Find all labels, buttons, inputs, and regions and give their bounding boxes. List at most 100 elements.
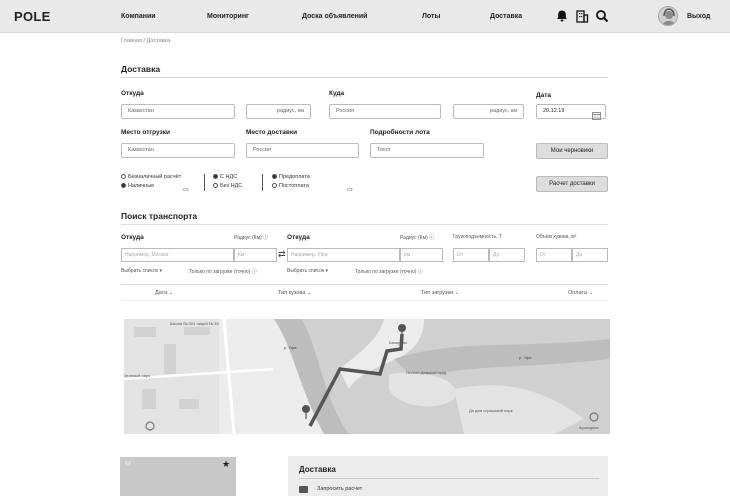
to-radius-input[interactable]: радиус, км — [453, 104, 524, 119]
lot-details-input[interactable]: Текст — [370, 143, 484, 158]
truck-icon — [299, 486, 308, 493]
load-only-from[interactable]: Только по загрузке (точно) ⓘ — [189, 268, 257, 275]
to-label: Куда — [329, 90, 345, 97]
route-map[interactable]: Школа № 301 лицей № 18 Зеленый парк р. У… — [124, 319, 610, 434]
transport-from-km[interactable]: Км — [234, 248, 277, 262]
map-label-park: Зеленый парк — [124, 373, 150, 378]
logo[interactable]: POLE — [14, 9, 51, 24]
col-body-type[interactable]: Тип кузова ⌄ — [278, 290, 312, 296]
volume-to-input[interactable]: До — [572, 248, 608, 262]
search-icon[interactable] — [595, 9, 609, 23]
transport-from-input[interactable]: Например, Москва — [121, 248, 234, 262]
capacity-from-input[interactable]: От — [453, 248, 489, 262]
nav-delivery[interactable]: Доставка — [490, 13, 522, 20]
card-letter: М — [125, 461, 131, 468]
map-label-pond: Лесной Демской пруд — [406, 370, 447, 375]
chevron-down-icon: ⌄ — [306, 290, 312, 296]
delivery-title: Доставка — [121, 64, 161, 74]
info-icon: ⓘ — [429, 235, 435, 241]
transport-from-radius-label: Радиус (Км) ⓘ — [234, 235, 269, 241]
panel-title: Доставка — [299, 465, 336, 474]
transport-from-label: Откуда — [121, 234, 144, 241]
vat-with[interactable]: С НДС — [213, 174, 237, 180]
capacity-label: Грузоподъемность, Т — [453, 234, 502, 240]
map-label-dem-park: Дя дем ограшский парк — [469, 408, 513, 413]
star-icon[interactable]: ★ — [222, 459, 230, 470]
col-date[interactable]: Дата ⌄ — [155, 290, 173, 296]
transport-to-input[interactable]: Например, Уфа — [287, 248, 400, 262]
map-label-school: Школа № 301 лицей № 18 — [170, 321, 219, 326]
lot-details-label: Подробности лота — [370, 129, 430, 136]
transport-to-km[interactable]: Км — [400, 248, 443, 262]
from-input[interactable]: Казахстан — [121, 104, 235, 119]
map-label-river-2: р. Уфа — [519, 355, 532, 360]
divider — [121, 224, 608, 225]
separator — [204, 174, 205, 191]
logout-link[interactable]: Выход — [687, 13, 710, 20]
nav-monitoring[interactable]: Мониторинг — [207, 13, 249, 20]
transport-to-label: Откуда — [287, 234, 310, 241]
load-only-to[interactable]: Только по загрузке (точно) ⓘ — [355, 268, 423, 275]
terms-postpay[interactable]: Постоплата — [272, 183, 309, 189]
divider — [121, 284, 608, 285]
ship-place-label: Место отгрузки — [121, 129, 171, 136]
terms-prepay[interactable]: Предоплата — [272, 174, 310, 180]
capacity-to-input[interactable]: До — [489, 248, 525, 262]
building-icon[interactable] — [575, 9, 589, 23]
transport-to-radius-label: Радиус (Км) ⓘ — [400, 235, 435, 241]
map-label-river: р. Уфа — [284, 345, 297, 350]
info-icon: ⓘ — [263, 235, 269, 241]
select-list-to[interactable]: Выбрать список ▾ — [287, 268, 328, 274]
lot-card[interactable] — [120, 457, 236, 496]
radio-icon — [121, 174, 126, 180]
payment-cash[interactable]: Наличные — [121, 183, 154, 189]
chevron-down-icon: ⌄ — [454, 290, 460, 296]
volume-label: Объём кузова, м³ — [536, 234, 577, 240]
calc-delivery-button[interactable]: Расчет доставки — [536, 176, 608, 192]
nav-lots[interactable]: Лоты — [422, 13, 440, 20]
chevron-down-icon: ⌄ — [168, 290, 174, 296]
delivery-place-input[interactable]: Россия — [246, 143, 359, 158]
delivery-place-label: Место доставки — [246, 129, 298, 136]
request-calc-link[interactable]: Запросить расчет — [317, 486, 362, 492]
radio-icon — [213, 183, 218, 189]
avatar[interactable] — [658, 6, 678, 26]
caret-down-icon: ▾ — [325, 268, 328, 274]
breadcrumb[interactable]: Главная / Доставка — [121, 38, 170, 44]
wallet-icon: ▭ — [347, 187, 353, 193]
info-icon: ⓘ — [417, 269, 423, 275]
divider — [299, 478, 599, 479]
nav-board[interactable]: Доска объявлений — [302, 13, 367, 20]
from-label: Откуда — [121, 90, 144, 97]
ship-place-input[interactable]: Казахстан — [121, 143, 235, 158]
wallet-icon: ▭ — [183, 187, 189, 193]
payment-cashless[interactable]: Безналичный расчёт — [121, 174, 181, 180]
col-payment[interactable]: Оплата ⌄ — [568, 290, 593, 296]
divider — [121, 300, 608, 301]
separator — [262, 174, 263, 191]
radio-icon — [272, 174, 277, 180]
map-label-bazarova: Базарова — [389, 340, 407, 345]
bell-icon[interactable] — [555, 9, 569, 23]
caret-down-icon: ▾ — [159, 268, 162, 274]
transport-title: Поиск транспорта — [121, 211, 198, 221]
chevron-down-icon: ⌄ — [588, 290, 594, 296]
calendar-icon[interactable] — [592, 107, 601, 125]
from-radius-input[interactable]: радиус, км — [246, 104, 311, 119]
swap-icon[interactable]: ⇄ — [278, 249, 286, 260]
col-load-type[interactable]: Тип загрузки ⌄ — [421, 290, 459, 296]
divider — [121, 77, 608, 78]
map-canvas: Школа № 301 лицей № 18 Зеленый парк р. У… — [124, 319, 610, 434]
select-list-from[interactable]: Выбрать список ▾ — [121, 268, 162, 274]
radio-icon — [121, 183, 126, 189]
drafts-button[interactable]: Мои черновики — [536, 143, 608, 159]
volume-from-input[interactable]: От — [536, 248, 572, 262]
nav-companies[interactable]: Компании — [121, 13, 156, 20]
map-label-argandesa: Аргандеса — [579, 425, 599, 430]
date-label: Дата — [536, 92, 552, 99]
radio-icon — [213, 174, 218, 180]
vat-without[interactable]: Без НДС — [213, 183, 242, 189]
info-icon: ⓘ — [251, 269, 257, 275]
to-input[interactable]: Россия — [329, 104, 441, 119]
radio-icon — [272, 183, 277, 189]
